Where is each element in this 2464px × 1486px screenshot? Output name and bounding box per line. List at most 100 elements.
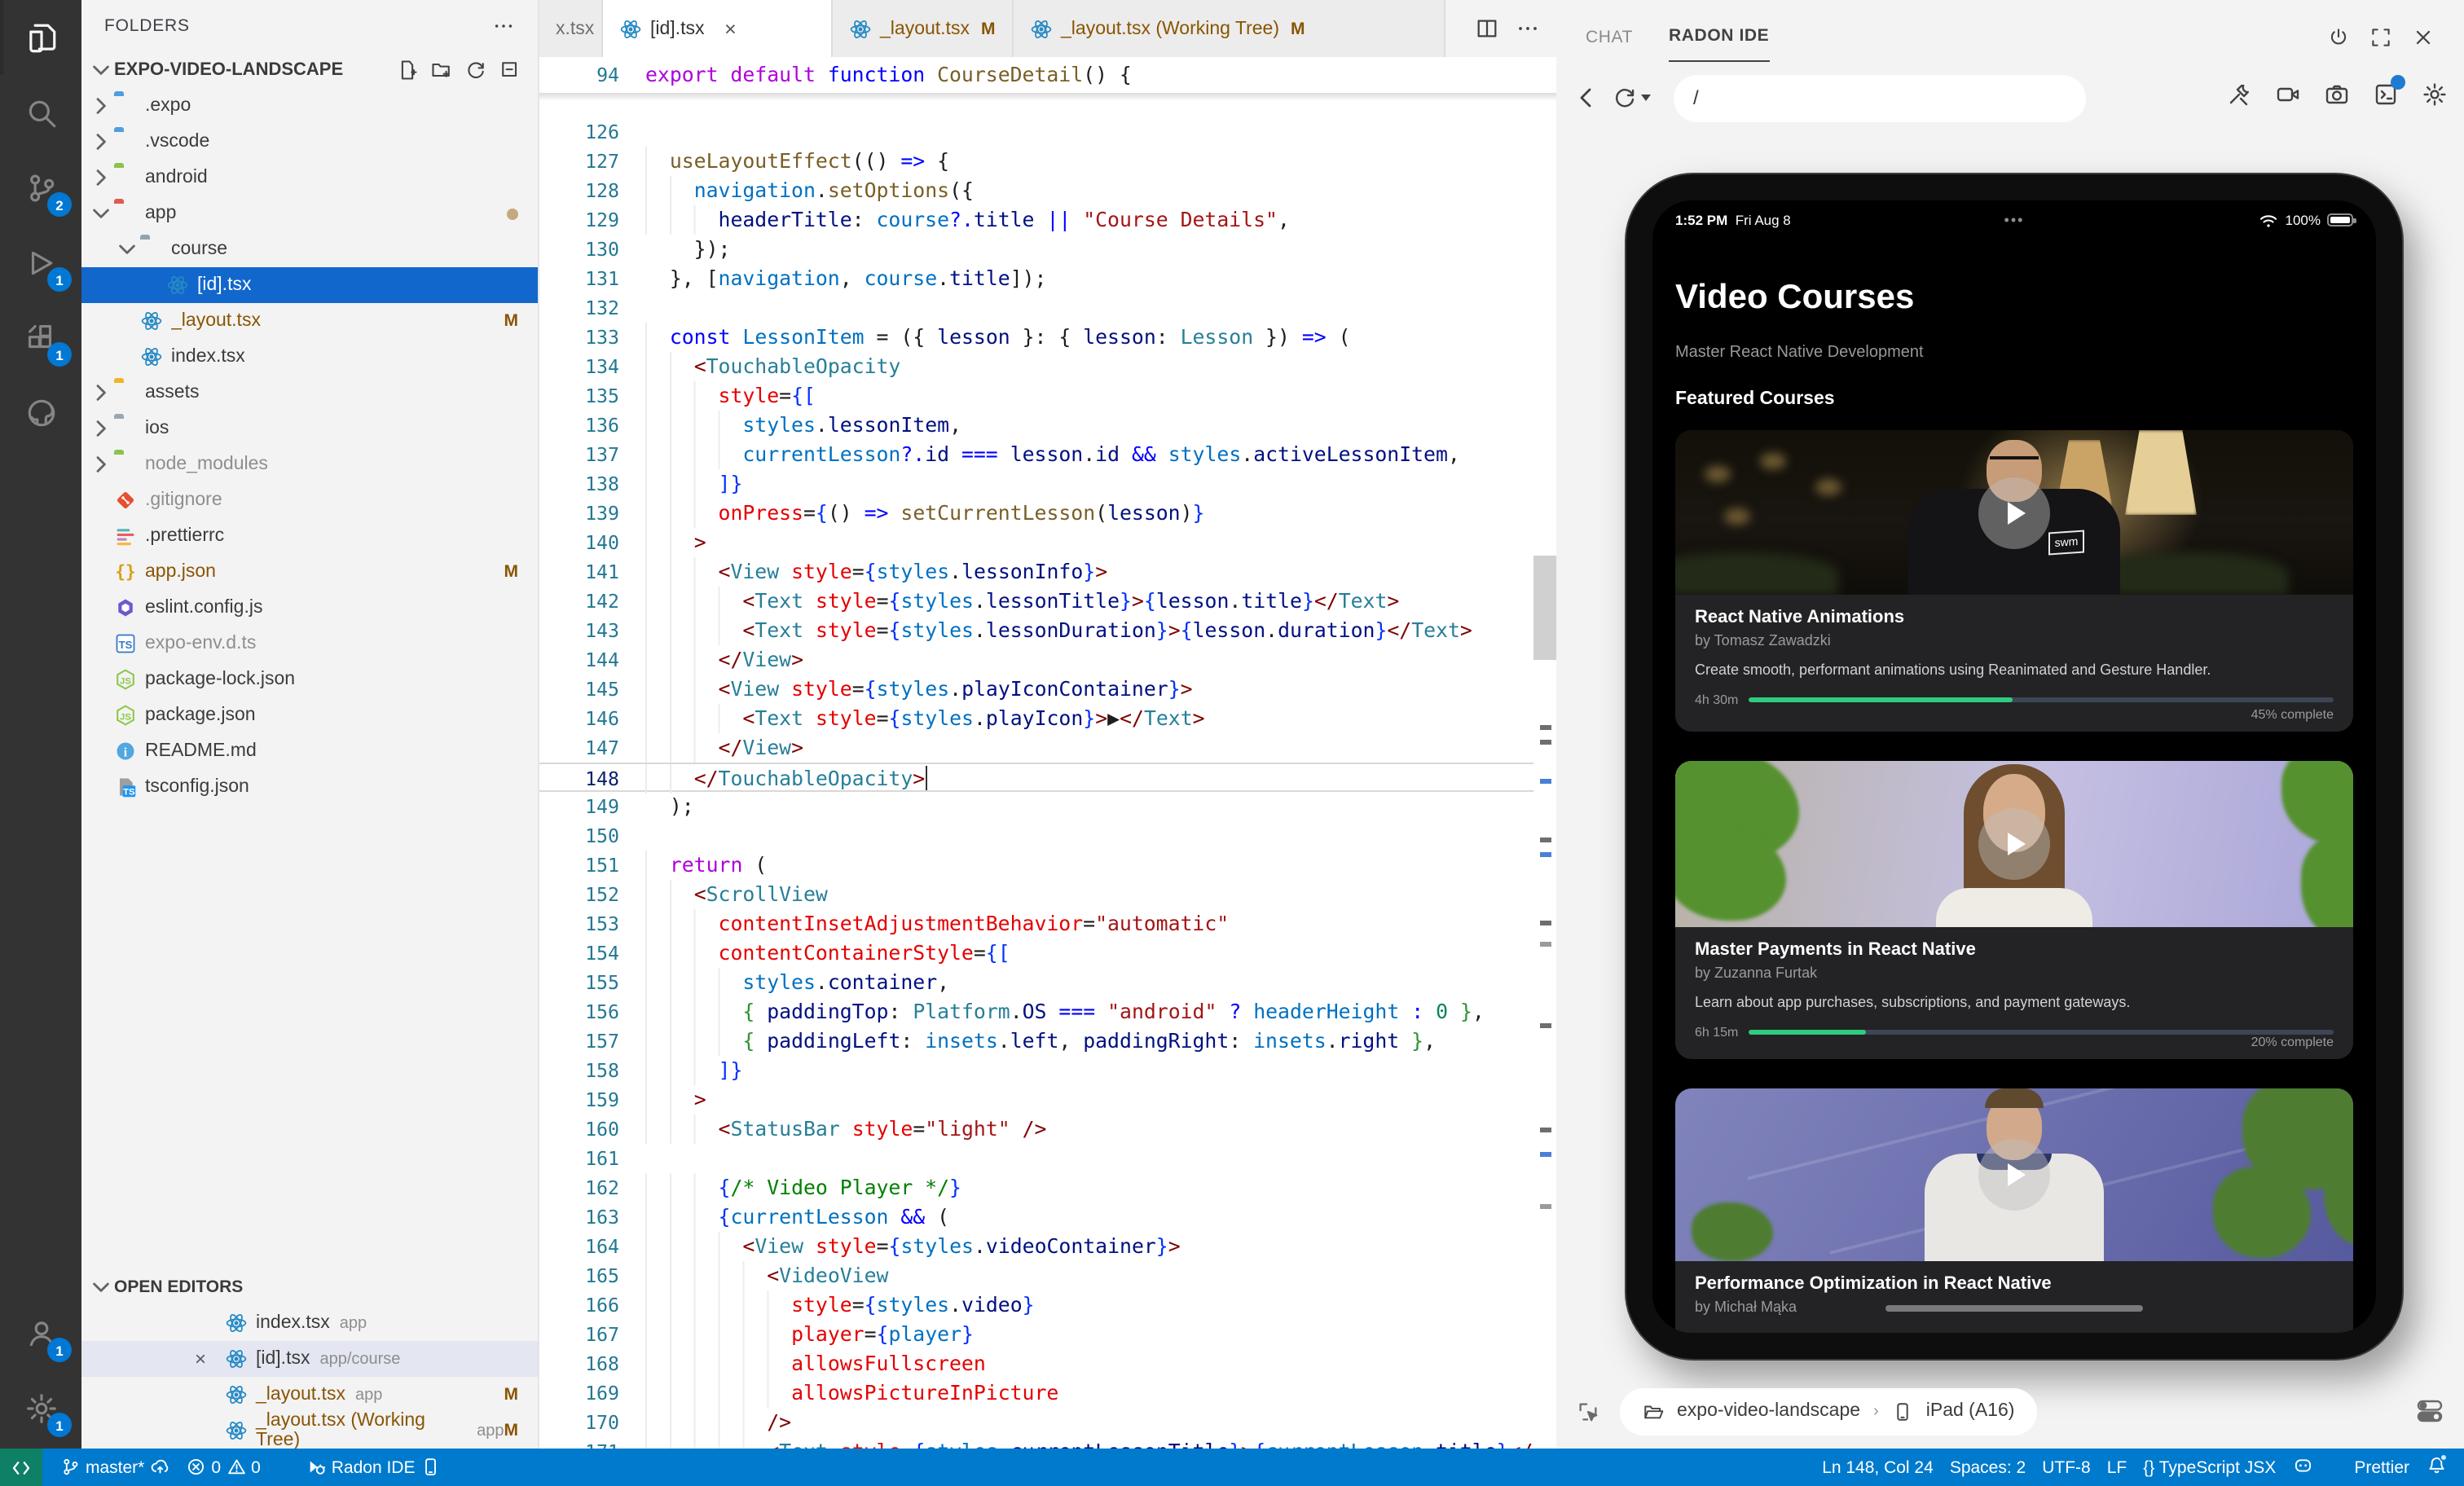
workspace-root-row[interactable]: EXPO-VIDEO-LANDSCAPE: [81, 52, 538, 88]
git-branch-status[interactable]: master*: [52, 1449, 178, 1486]
panel-tab-chat[interactable]: CHAT: [1586, 28, 1633, 62]
activity-search[interactable]: [0, 75, 81, 150]
tab-_layout.tsxWorkingTree[interactable]: _layout.tsx (Working Tree)M: [1014, 0, 1445, 57]
camera-button[interactable]: [2324, 81, 2350, 115]
tree-item-label: node_modules: [145, 455, 268, 474]
power-icon[interactable]: [2327, 26, 2350, 49]
device-selector[interactable]: expo-video-landscape › iPad (A16): [1620, 1387, 2037, 1435]
tree-item-app.json[interactable]: {}app.jsonM: [81, 554, 538, 590]
tab-[id].tsx[interactable]: [id].tsx×: [603, 0, 833, 57]
tree-item-eslint.config.js[interactable]: eslint.config.js: [81, 590, 538, 626]
remote-indicator[interactable]: [0, 1449, 42, 1486]
tree-item-tsconfig.json[interactable]: TStsconfig.json: [81, 769, 538, 805]
course-card-3[interactable]: Performance Optimization in React Native…: [1675, 1088, 2353, 1333]
tab-_layout.tsx[interactable]: _layout.tsxM: [833, 0, 1014, 57]
tree-item-.expo[interactable]: .expo: [81, 88, 538, 124]
code-editor[interactable]: 126127 useLayoutEffect(() => {128 naviga…: [539, 93, 1556, 1449]
tools-button[interactable]: [2226, 81, 2252, 115]
open-editor-label: [id].tsx: [256, 1349, 310, 1369]
activity-extensions[interactable]: 1: [0, 300, 81, 375]
tree-item-app[interactable]: app: [81, 196, 538, 231]
panel-tab-radon-ide[interactable]: RADON IDE: [1669, 26, 1769, 62]
tree-item-node_modules[interactable]: node_modules: [81, 446, 538, 482]
element-inspector-icon[interactable]: [1576, 1399, 1600, 1423]
tree-item-_layout.tsx[interactable]: _layout.tsxM: [81, 303, 538, 339]
tree-item-[id].tsx[interactable]: [id].tsx: [81, 267, 538, 303]
tree-item-assets[interactable]: assets: [81, 375, 538, 411]
activity-explorer[interactable]: [0, 0, 81, 75]
activity-github[interactable]: [0, 375, 81, 450]
tree-item-.vscode[interactable]: .vscode: [81, 124, 538, 160]
scrollbar-thumb[interactable]: [1533, 556, 1556, 660]
activity-settings[interactable]: 1: [0, 1370, 81, 1445]
fullscreen-icon[interactable]: [2369, 26, 2392, 49]
tree-item-expo-env.d.ts[interactable]: TSexpo-env.d.ts: [81, 626, 538, 662]
status-lf[interactable]: LF: [2099, 1449, 2136, 1486]
close-icon[interactable]: ×: [189, 1348, 212, 1370]
more-actions-icon[interactable]: [1516, 16, 1540, 41]
status-ln-148-col-24[interactable]: Ln 148, Col 24: [1814, 1449, 1942, 1486]
settings-gear-button[interactable]: [2422, 81, 2448, 115]
reload-button[interactable]: [1612, 85, 1651, 111]
debug-console-button[interactable]: [2373, 81, 2399, 115]
activity-run-debug[interactable]: 1: [0, 225, 81, 300]
tree-item-.prettierrc[interactable]: .prettierrc: [81, 518, 538, 554]
play-button[interactable]: [1978, 477, 2050, 548]
refresh-icon[interactable]: [464, 59, 487, 81]
status-spaces-2[interactable]: Spaces: 2: [1942, 1449, 2034, 1486]
activity-source-control[interactable]: 2: [0, 150, 81, 225]
tree-item-android[interactable]: android: [81, 160, 538, 196]
tree-item-ios[interactable]: ios: [81, 411, 538, 446]
split-editor-icon[interactable]: [1475, 16, 1499, 41]
new-file-icon[interactable]: [396, 59, 419, 81]
folders-more-actions-icon[interactable]: [492, 15, 515, 37]
sticky-scroll-line[interactable]: 94export default function CourseDetail()…: [539, 57, 1556, 93]
chev-d-icon: [114, 236, 140, 262]
problems-status[interactable]: 00: [178, 1449, 268, 1486]
tab-x.tsx[interactable]: x.tsx: [539, 0, 603, 57]
open-editor-index.tsx[interactable]: index.tsxapp: [81, 1305, 538, 1341]
chevron-down-icon[interactable]: [88, 1274, 114, 1300]
status--typescript-jsx[interactable]: {} TypeScript JSX: [2135, 1449, 2284, 1486]
device-appearance-toggle-icon[interactable]: [2415, 1396, 2444, 1426]
tree-item-course[interactable]: course: [81, 231, 538, 267]
close-icon[interactable]: [2412, 26, 2435, 49]
reload-dropdown-icon[interactable]: [1641, 95, 1651, 101]
video-camera-button[interactable]: [2275, 81, 2301, 115]
status-bell[interactable]: [2418, 1449, 2454, 1486]
editor-scrollbar[interactable]: [1533, 93, 1556, 1449]
tree-item-.gitignore[interactable]: .gitignore: [81, 482, 538, 518]
folder-icon: [114, 130, 137, 153]
course-card-1[interactable]: swmReact Native Animationsby Tomasz Zawa…: [1675, 430, 2353, 732]
home-indicator[interactable]: [1885, 1305, 2143, 1312]
status-utf-8[interactable]: UTF-8: [2034, 1449, 2099, 1486]
chev-r-icon: [88, 165, 114, 191]
eslint-icon: [114, 596, 137, 619]
activity-accounts[interactable]: 1: [0, 1295, 81, 1370]
route-url-input[interactable]: /: [1674, 74, 2086, 121]
back-icon[interactable]: [1573, 85, 1599, 111]
tree-item-package.json[interactable]: JSpackage.json: [81, 697, 538, 733]
open-editor-_layout.tsxWorkingTree[interactable]: _layout.tsx (Working Tree)appM: [81, 1413, 538, 1449]
chev-r-icon: [88, 380, 114, 406]
close-icon[interactable]: ×: [719, 17, 741, 40]
git-modified-badge: M: [981, 19, 996, 38]
open-editor-[id].tsx[interactable]: ×[id].tsxapp/course: [81, 1341, 538, 1377]
status-copilot[interactable]: [2284, 1449, 2321, 1486]
open-editor-_layout.tsx[interactable]: _layout.tsxappM: [81, 1377, 538, 1413]
tree-item-README.md[interactable]: iREADME.md: [81, 733, 538, 769]
new-folder-icon[interactable]: [430, 59, 453, 81]
code-line-164: 164 <View style={styles.videoContainer}>: [539, 1231, 1556, 1260]
tree-item-label: package.json: [145, 706, 256, 725]
play-button[interactable]: [1978, 1139, 2050, 1211]
tree-item-label: android: [145, 168, 208, 187]
tree-item-index.tsx[interactable]: index.tsx: [81, 339, 538, 375]
tree-item-package-lock.json[interactable]: JSpackage-lock.json: [81, 662, 538, 697]
play-button[interactable]: [1978, 808, 2050, 880]
radon-ide-status[interactable]: Radon IDE: [298, 1449, 449, 1486]
collapse-all-icon[interactable]: [499, 59, 521, 81]
device-screen[interactable]: 1:52 PM Fri Aug 8 ••• 100% Video Courses…: [1652, 200, 2376, 1333]
badge: 1: [47, 267, 72, 292]
course-card-2[interactable]: Master Payments in React Nativeby Zuzann…: [1675, 761, 2353, 1059]
status-prettier[interactable]: Prettier: [2321, 1449, 2418, 1486]
